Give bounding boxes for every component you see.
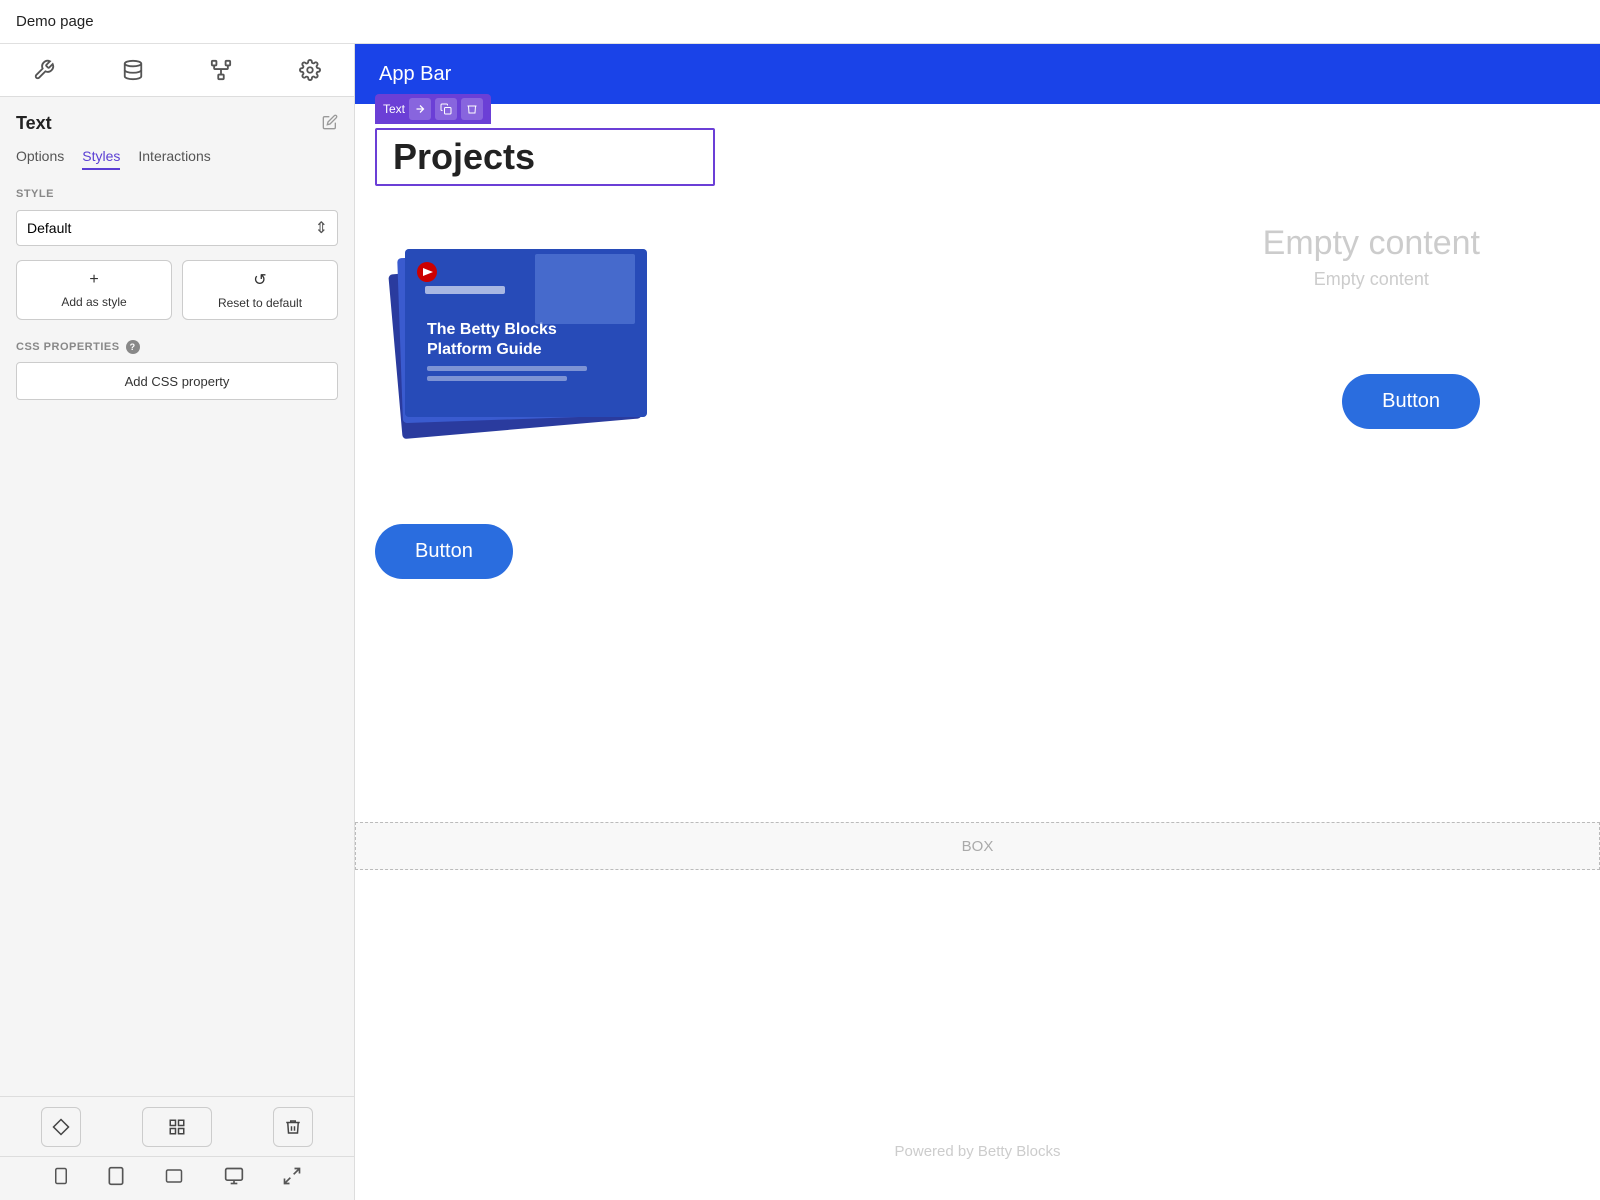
- mobile-icon: [52, 1165, 70, 1187]
- app-bar: App Bar: [355, 44, 1600, 104]
- arrow-right-icon: [414, 103, 426, 115]
- canvas-area: App Bar Text: [355, 44, 1600, 1200]
- device-bar: [0, 1156, 354, 1200]
- add-as-style-label: Add as style: [61, 295, 126, 309]
- tablet-portrait-button[interactable]: [98, 1161, 134, 1196]
- add-as-style-button[interactable]: + Add as style: [16, 260, 172, 320]
- tab-options[interactable]: Options: [16, 148, 64, 170]
- settings-icon: [299, 59, 321, 81]
- tools-icon: [33, 59, 55, 81]
- add-css-button[interactable]: Add CSS property: [16, 362, 338, 400]
- sidebar-tab-structure[interactable]: [177, 44, 266, 96]
- pencil-icon: [322, 114, 338, 130]
- book-image: The Betty Blocks Platform Guide: [375, 234, 685, 444]
- box-section: BOX: [355, 822, 1600, 870]
- reset-icon: ↺: [253, 270, 266, 290]
- empty-content-sub: Empty content: [1263, 269, 1480, 290]
- footer-text: Powered by Betty Blocks: [895, 1143, 1061, 1160]
- svg-text:Platform Guide: Platform Guide: [427, 341, 542, 358]
- expand-icon: [282, 1166, 302, 1186]
- canvas-button-bottom[interactable]: Button: [375, 524, 513, 579]
- tab-styles[interactable]: Styles: [82, 148, 120, 170]
- tablet-landscape-icon: [162, 1167, 186, 1185]
- database-icon: [122, 59, 144, 81]
- top-bar: Demo page: [0, 0, 1600, 44]
- help-icon[interactable]: ?: [126, 340, 140, 354]
- box-label: BOX: [962, 838, 994, 855]
- text-toolbar-duplicate[interactable]: [435, 98, 457, 120]
- copy-icon: [440, 103, 452, 115]
- text-toolbar-delete[interactable]: [461, 98, 483, 120]
- style-section-label: STYLE: [16, 188, 338, 200]
- style-select[interactable]: Default: [16, 210, 338, 246]
- hierarchy-icon: [210, 59, 232, 81]
- tablet-landscape-button[interactable]: [154, 1163, 194, 1194]
- code-view-button[interactable]: [41, 1107, 81, 1147]
- main-area: Text Options Styles Interactions STYL: [0, 44, 1600, 1200]
- app-container: Demo page: [0, 0, 1600, 1200]
- projects-heading: Projects: [393, 136, 535, 177]
- plus-icon: +: [89, 271, 98, 289]
- sidebar-icon-tabs: [0, 44, 354, 97]
- sidebar-tab-data[interactable]: [89, 44, 178, 96]
- app-bar-label: App Bar: [379, 63, 451, 86]
- tab-interactions[interactable]: Interactions: [138, 148, 210, 170]
- sidebar-bottom-bar: [0, 1096, 354, 1156]
- sidebar-tab-components[interactable]: [0, 44, 89, 96]
- empty-content-area: Empty content Empty content: [1263, 224, 1480, 290]
- trash-icon: [284, 1118, 302, 1136]
- empty-content-title: Empty content: [1263, 224, 1480, 263]
- text-element: Text Projects: [375, 128, 715, 186]
- sidebar: Text Options Styles Interactions STYL: [0, 44, 355, 1200]
- text-toolbar-move[interactable]: [409, 98, 431, 120]
- canvas-content: Text Projects: [355, 104, 1600, 1200]
- sidebar-content: Text Options Styles Interactions STYL: [0, 97, 354, 613]
- sub-tabs: Options Styles Interactions: [16, 148, 338, 170]
- style-select-wrapper: Default ⇕: [16, 210, 338, 246]
- edit-icon-button[interactable]: [322, 114, 338, 133]
- layout-button[interactable]: [142, 1107, 212, 1147]
- text-badge-label: Text: [383, 102, 405, 116]
- toolbar-trash-icon: [466, 103, 478, 115]
- fullscreen-button[interactable]: [274, 1162, 310, 1195]
- tablet-portrait-icon: [106, 1165, 126, 1187]
- css-section-label-text: CSS PROPERTIES: [16, 341, 120, 353]
- css-section-header: CSS PROPERTIES ?: [16, 340, 338, 354]
- sidebar-header: Text: [16, 113, 338, 134]
- mobile-device-button[interactable]: [44, 1161, 78, 1196]
- canvas-button-right[interactable]: Button: [1342, 374, 1480, 429]
- desktop-button[interactable]: [214, 1162, 254, 1195]
- text-selected-box[interactable]: Projects: [375, 128, 715, 186]
- diamond-icon: [52, 1118, 70, 1136]
- grid-icon: [168, 1118, 186, 1136]
- reset-to-default-label: Reset to default: [218, 296, 302, 310]
- delete-button[interactable]: [273, 1107, 313, 1147]
- book-svg: The Betty Blocks Platform Guide: [375, 234, 685, 444]
- sidebar-title: Text: [16, 113, 52, 134]
- reset-to-default-button[interactable]: ↺ Reset to default: [182, 260, 338, 320]
- action-buttons: + Add as style ↺ Reset to default: [16, 260, 338, 320]
- text-toolbar: Text: [375, 94, 491, 124]
- page-title: Demo page: [16, 13, 94, 30]
- sidebar-tab-settings[interactable]: [266, 44, 355, 96]
- desktop-icon: [222, 1166, 246, 1186]
- canvas-footer: Powered by Betty Blocks: [355, 1143, 1600, 1160]
